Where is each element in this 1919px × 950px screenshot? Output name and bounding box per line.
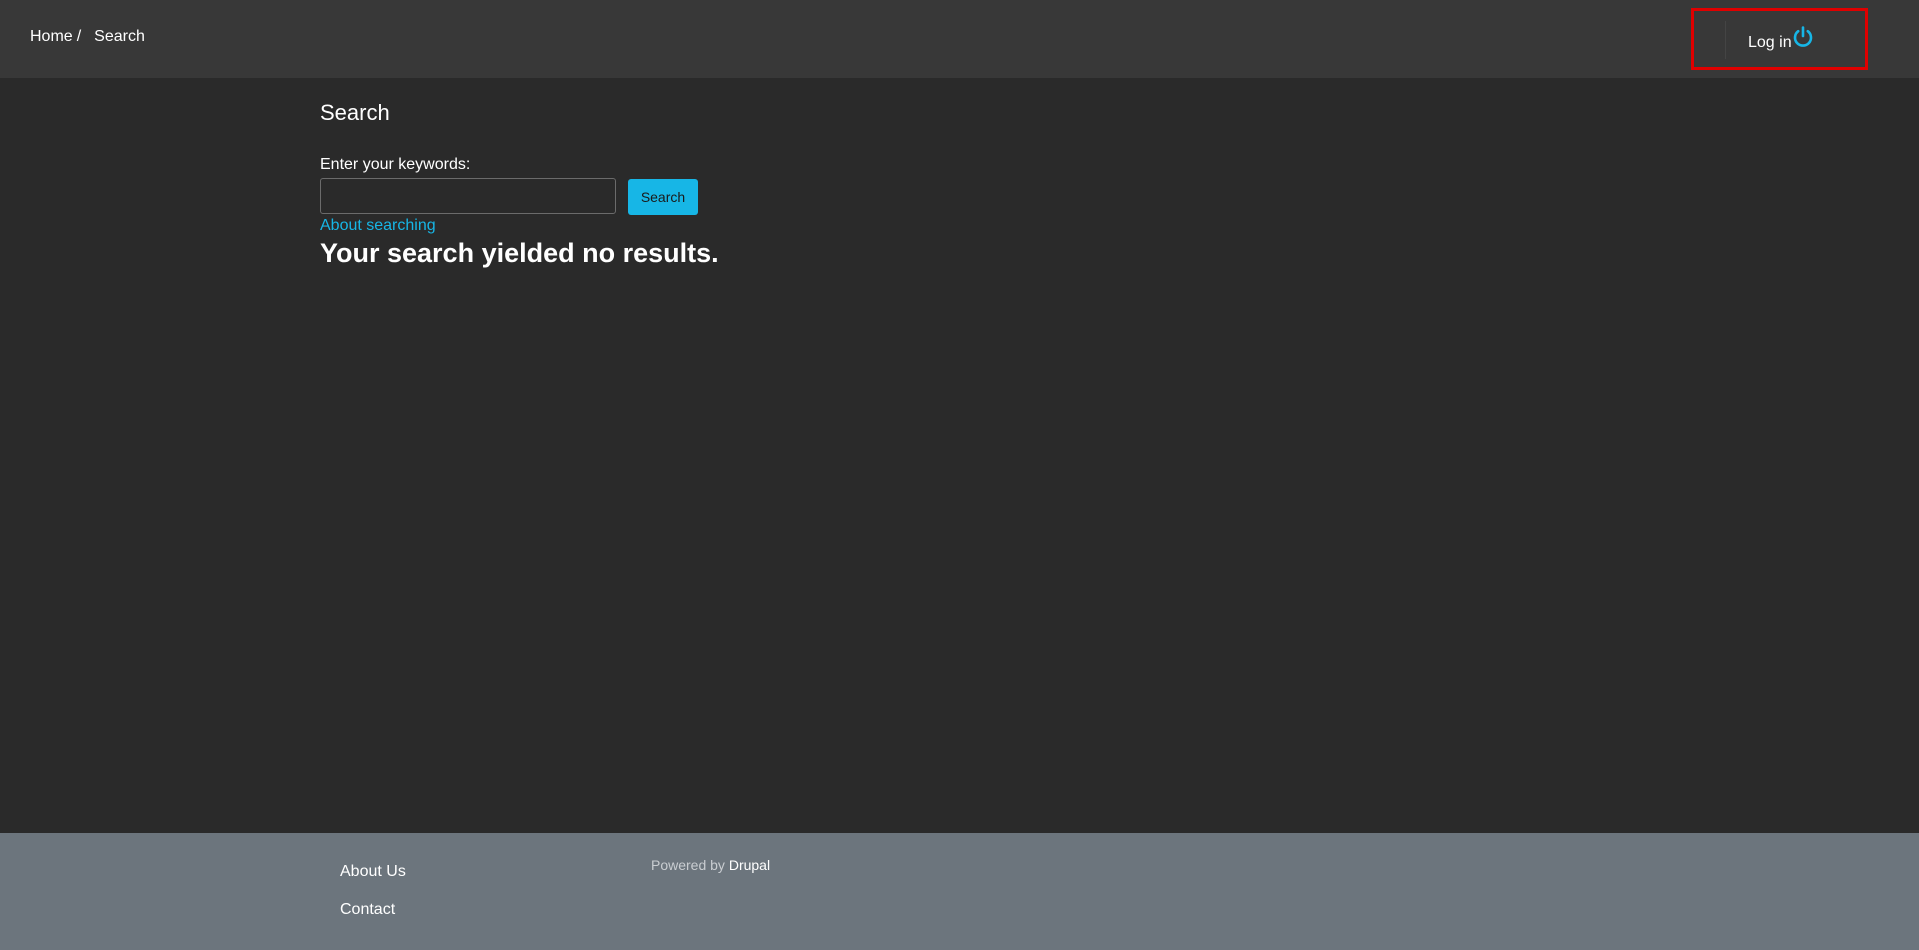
breadcrumb-current: Search (94, 28, 145, 45)
breadcrumb-home-link[interactable]: Home (30, 28, 73, 46)
login-divider (1725, 21, 1726, 59)
no-results-message: Your search yielded no results. (320, 238, 719, 268)
main-content: Search Enter your keywords: Search About… (320, 100, 719, 268)
site-header: Home / Search Log in (0, 0, 1919, 78)
page-title: Search (320, 100, 390, 125)
login-highlight-box: Log in (1691, 8, 1868, 70)
footer-nav: About Us Contact (340, 863, 406, 939)
footer-link-contact[interactable]: Contact (340, 901, 406, 919)
breadcrumb: Home / Search (30, 28, 145, 46)
drupal-link[interactable]: Drupal (729, 857, 770, 873)
footer-link-about-us[interactable]: About Us (340, 863, 406, 881)
search-input[interactable] (320, 178, 616, 214)
breadcrumb-separator: / (76, 28, 82, 45)
power-icon[interactable] (1791, 25, 1815, 49)
about-searching-link[interactable]: About searching (320, 217, 436, 235)
powered-by-text: Powered by (651, 857, 725, 873)
site-footer: About Us Contact Powered by Drupal (0, 833, 1919, 950)
search-button[interactable]: Search (628, 179, 698, 215)
keywords-label: Enter your keywords: (320, 156, 471, 173)
powered-by: Powered by Drupal (651, 857, 770, 873)
login-link[interactable]: Log in (1748, 34, 1792, 52)
